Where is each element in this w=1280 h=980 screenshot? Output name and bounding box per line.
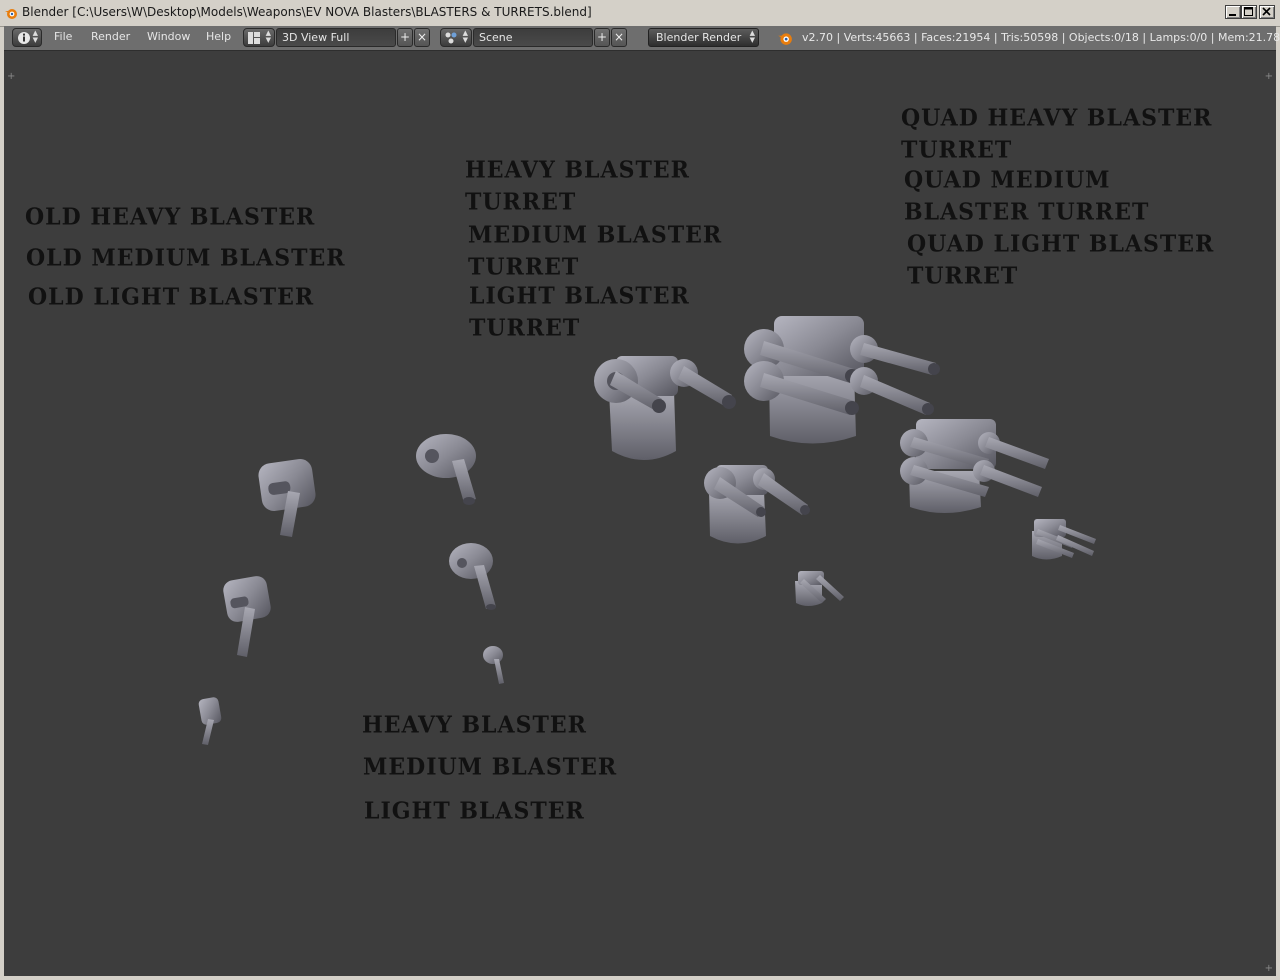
- text-medium-blaster-turret-line2[interactable]: TURRET: [468, 253, 579, 280]
- close-button[interactable]: [1259, 5, 1275, 19]
- blender-logo-icon: [5, 9, 17, 19]
- minimize-icon: [1229, 14, 1236, 16]
- blender-window: Blender [C:\Users\W\Desktop\Models\Weapo…: [0, 0, 1280, 980]
- text-medium-blaster[interactable]: MEDIUM BLASTER: [363, 753, 617, 780]
- light-blaster-model: [483, 646, 504, 684]
- info-icon: [18, 32, 30, 44]
- remove-screen-button[interactable]: ×: [414, 28, 430, 47]
- scene-icon: [445, 32, 457, 44]
- chevron-updown-icon: ▲ ▼: [265, 29, 271, 44]
- blender-logo-icon: [778, 33, 792, 45]
- 3d-viewport[interactable]: + + + OLD HEAVY BLASTER OLD MEDIUM BLAST…: [4, 51, 1276, 976]
- maximize-button[interactable]: [1241, 5, 1257, 19]
- text-heavy-blaster-turret-line1[interactable]: HEAVY BLASTER: [465, 156, 690, 183]
- chevron-updown-icon: ▲ ▼: [749, 29, 755, 44]
- menu-file[interactable]: File: [54, 30, 72, 43]
- text-old-medium-blaster[interactable]: OLD MEDIUM BLASTER: [26, 244, 346, 271]
- medium-blaster-turret-model: [704, 465, 810, 544]
- text-light-blaster-turret-line1[interactable]: LIGHT BLASTER: [469, 282, 690, 309]
- close-icon: ×: [613, 30, 625, 44]
- remove-scene-button[interactable]: ×: [611, 28, 627, 47]
- layout-grid-icon: [248, 32, 260, 44]
- scene-stats: v2.70 | Verts:45663 | Faces:21954 | Tris…: [802, 31, 1280, 44]
- text-old-light-blaster[interactable]: OLD LIGHT BLASTER: [28, 283, 314, 310]
- close-icon: [1262, 7, 1271, 16]
- text-heavy-blaster[interactable]: HEAVY BLASTER: [362, 711, 587, 738]
- menu-render[interactable]: Render: [91, 30, 130, 43]
- text-light-blaster-turret-line2[interactable]: TURRET: [469, 314, 580, 341]
- chevron-updown-icon: ▲ ▼: [32, 29, 38, 44]
- old-medium-blaster-model: [223, 576, 271, 657]
- render-engine-dropdown[interactable]: Blender Render ▲ ▼: [648, 28, 759, 47]
- plus-icon: +: [399, 30, 411, 44]
- quad-light-blaster-turret-model: [1032, 519, 1096, 560]
- text-quad-medium-blaster-turret-line2[interactable]: BLASTER TURRET: [904, 198, 1149, 225]
- text-quad-medium-blaster-turret-line1[interactable]: QUAD MEDIUM: [904, 166, 1111, 193]
- text-quad-heavy-blaster-turret-line1[interactable]: QUAD HEAVY BLASTER: [901, 104, 1212, 131]
- quad-heavy-blaster-turret-model: [744, 316, 940, 444]
- medium-blaster-model: [449, 543, 496, 610]
- old-heavy-blaster-model: [258, 459, 316, 537]
- minimize-button[interactable]: [1225, 5, 1241, 19]
- window-title: Blender [C:\Users\W\Desktop\Models\Weapo…: [22, 5, 592, 19]
- screen-layout-field[interactable]: 3D View Full: [276, 28, 396, 47]
- heavy-blaster-turret-model: [594, 356, 736, 460]
- title-bar[interactable]: Blender [C:\Users\W\Desktop\Models\Weapo…: [0, 0, 1280, 27]
- editor-type-selector[interactable]: ▲ ▼: [12, 28, 42, 47]
- text-quad-light-blaster-turret-line1[interactable]: QUAD LIGHT BLASTER: [907, 230, 1214, 257]
- text-light-blaster[interactable]: LIGHT BLASTER: [364, 797, 585, 824]
- menu-window[interactable]: Window: [147, 30, 190, 43]
- quad-medium-blaster-turret-model: [900, 419, 1049, 513]
- text-medium-blaster-turret-line1[interactable]: MEDIUM BLASTER: [468, 221, 722, 248]
- add-screen-button[interactable]: +: [397, 28, 413, 47]
- text-heavy-blaster-turret-line2[interactable]: TURRET: [465, 188, 576, 215]
- scene-field[interactable]: Scene: [473, 28, 593, 47]
- text-quad-light-blaster-turret-line2[interactable]: TURRET: [907, 262, 1018, 289]
- menu-help[interactable]: Help: [206, 30, 231, 43]
- screen-layout-browse-button[interactable]: ▲ ▼: [243, 28, 275, 47]
- close-icon: ×: [416, 30, 428, 44]
- maximize-icon: [1244, 7, 1253, 16]
- text-quad-heavy-blaster-turret-line2[interactable]: TURRET: [901, 136, 1012, 163]
- heavy-blaster-model: [416, 434, 476, 505]
- text-old-heavy-blaster[interactable]: OLD HEAVY BLASTER: [25, 203, 315, 230]
- old-light-blaster-model: [198, 697, 222, 745]
- info-header: ▲ ▼ File Render Window Help ▲ ▼ 3D View Fu…: [4, 26, 1280, 51]
- plus-icon: +: [596, 30, 608, 44]
- render-engine-label: Blender Render: [656, 31, 742, 44]
- add-scene-button[interactable]: +: [594, 28, 610, 47]
- scene-browse-button[interactable]: ▲ ▼: [440, 28, 472, 47]
- light-blaster-turret-model: [795, 571, 844, 606]
- chevron-updown-icon: ▲ ▼: [462, 29, 468, 44]
